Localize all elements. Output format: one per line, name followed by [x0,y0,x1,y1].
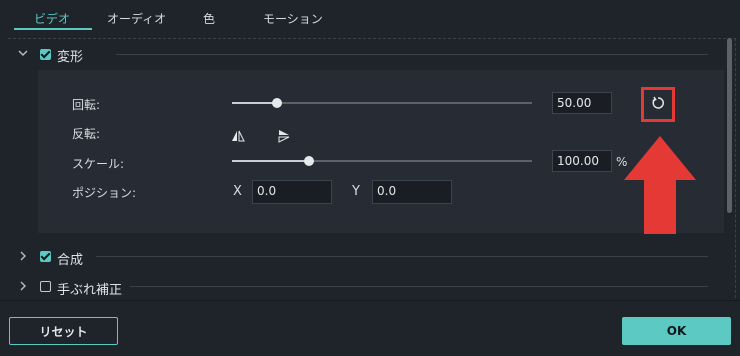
transform-checkbox[interactable] [40,49,51,60]
position-y-input[interactable]: 0.0 [372,180,452,204]
rotate-slider-fill [232,102,277,104]
position-x-input[interactable]: 0.0 [252,180,332,204]
tab-video[interactable]: ビデオ [34,10,70,27]
tab-bar: ビデオ オーディオ 色 モーション [0,0,740,30]
rotate-value-input[interactable]: 50.00 [552,92,612,114]
scale-label: スケール: [72,157,125,171]
transform-panel [38,70,724,233]
rotate-slider-thumb[interactable] [272,98,282,108]
flip-horizontal-icon[interactable] [231,128,245,147]
reset-button[interactable]: リセット [9,317,118,345]
tab-color[interactable]: 色 [203,10,215,27]
position-y-label: Y [352,184,360,199]
section-divider [116,54,708,55]
section-divider [130,286,708,287]
scale-slider-fill [232,160,309,162]
tab-motion[interactable]: モーション [263,10,323,27]
ok-button[interactable]: OK [622,317,731,345]
chevron-right-icon[interactable] [17,250,29,265]
chevron-down-icon[interactable] [17,47,29,62]
scale-value-input[interactable]: 100.00 [552,150,612,172]
chevron-right-icon[interactable] [17,280,29,295]
section-composite-title: 合成 [57,253,84,268]
section-transform-header[interactable]: 変形 [0,45,740,65]
footer-divider [0,300,740,301]
composite-checkbox[interactable] [40,251,51,262]
section-stabilize-title: 手ぶれ補正 [57,283,123,298]
section-stabilize-header[interactable]: 手ぶれ補正 [0,278,740,298]
tab-audio[interactable]: オーディオ [107,10,166,27]
section-divider [96,256,708,257]
section-composite-header[interactable]: 合成 [0,248,740,268]
flip-label: 反転: [72,127,101,141]
stabilize-checkbox[interactable] [40,281,51,292]
rotate-reset-button[interactable] [641,87,675,122]
scale-slider-thumb[interactable] [304,156,314,166]
flip-vertical-icon[interactable] [277,128,291,147]
section-transform-title: 変形 [57,50,84,65]
position-label: ポジション: [72,186,137,200]
position-x-label: X [233,184,242,199]
active-tab-indicator [14,28,92,30]
rotate-reset-icon [651,95,665,114]
rotate-label: 回転: [72,98,101,112]
red-arrow-annotation [624,136,696,234]
